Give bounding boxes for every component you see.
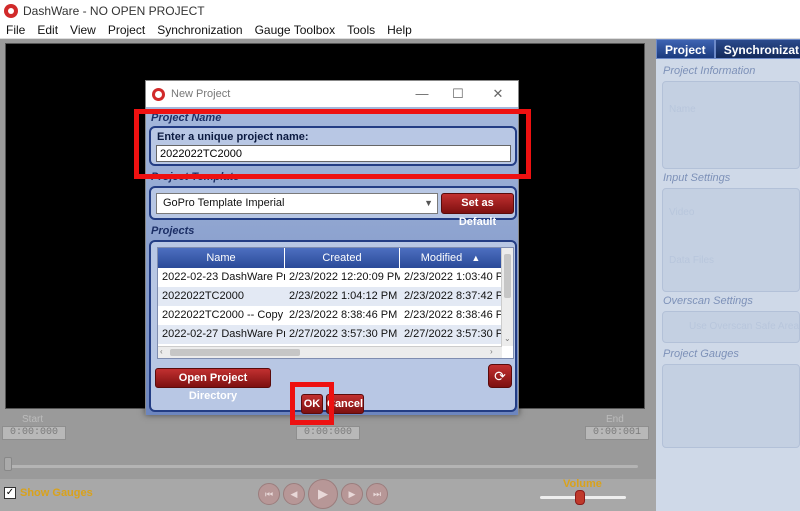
projects-section-title: Projects xyxy=(151,225,195,237)
cell-name: 2022022TC2000 -- Copy xyxy=(162,309,284,321)
column-header-modified-label: Modified xyxy=(420,252,463,264)
volume-slider-thumb[interactable] xyxy=(575,490,585,505)
cell-name: 2022022TC2000 xyxy=(162,290,244,302)
volume-label: Volume xyxy=(563,478,602,490)
right-panel-body: Project Information Name Input Settings … xyxy=(656,59,800,511)
menu-view[interactable]: View xyxy=(64,21,102,39)
dashware-logo-icon xyxy=(152,87,165,101)
skip-forward-icon[interactable]: ⏭ xyxy=(366,483,388,505)
sort-ascending-icon: ▲ xyxy=(471,253,481,263)
column-header-name[interactable]: Name xyxy=(158,248,285,268)
open-project-directory-button[interactable]: Open Project Directory xyxy=(155,368,271,402)
menu-synchronization[interactable]: Synchronization xyxy=(151,21,248,39)
play-icon[interactable]: ▶ xyxy=(308,479,338,509)
vertical-scroll-thumb[interactable] xyxy=(504,254,511,298)
table-row[interactable]: 2022022TC2000 2/23/2022 1:04:12 PM 2/23/… xyxy=(158,287,502,306)
cell-modified: 2/23/2022 1:03:40 PM xyxy=(404,271,502,283)
right-panel: Project Synchronizat Project Information… xyxy=(656,39,800,511)
end-time-field[interactable]: 0:00:001 xyxy=(585,426,649,440)
close-icon[interactable]: ✕ xyxy=(488,85,508,103)
scroll-down-icon[interactable]: ⌄ xyxy=(504,334,511,343)
timeline-scrubber[interactable] xyxy=(4,457,12,471)
project-template-select[interactable]: GoPro Template Imperial ▼ xyxy=(156,193,438,214)
annotation-highlight-project-name xyxy=(134,109,531,179)
refresh-icon[interactable]: ⟳ xyxy=(488,364,512,388)
window-titlebar: DashWare - NO OPEN PROJECT xyxy=(0,0,800,21)
show-gauges-label: Show Gauges xyxy=(20,487,93,499)
scroll-left-icon[interactable]: ‹ xyxy=(160,347,163,356)
menu-gauge-toolbox[interactable]: Gauge Toolbox xyxy=(249,21,342,39)
dashware-logo-icon xyxy=(4,3,18,18)
cell-created: 2/27/2022 3:57:30 PM xyxy=(289,328,398,340)
annotation-highlight-ok-button xyxy=(290,382,334,425)
menu-project[interactable]: Project xyxy=(102,21,151,39)
overscan-settings-title: Overscan Settings xyxy=(663,295,753,307)
projects-table: Name Created Modified ▲ 2022-02-23 DashW… xyxy=(157,247,514,359)
input-settings-box: Video Data Files xyxy=(662,188,800,292)
current-time-field[interactable]: 0:00:000 xyxy=(296,426,360,440)
step-back-icon[interactable]: ◀ xyxy=(283,483,305,505)
tab-project[interactable]: Project xyxy=(656,39,715,59)
scroll-right-icon[interactable]: › xyxy=(490,347,493,356)
menu-help[interactable]: Help xyxy=(381,21,418,39)
dialog-title: New Project xyxy=(171,88,231,100)
timeline-end-label: End xyxy=(606,414,624,425)
overscan-checkbox-label[interactable]: Use Overscan Safe Area xyxy=(689,321,799,332)
show-gauges-toggle[interactable]: ✓ Show Gauges xyxy=(4,487,93,499)
cell-modified: 2/23/2022 8:37:42 PM xyxy=(404,290,502,302)
menu-bar: File Edit View Project Synchronization G… xyxy=(0,21,800,39)
video-label: Video xyxy=(669,207,695,218)
chevron-down-icon: ▼ xyxy=(424,198,433,208)
timeline-start-label: Start xyxy=(22,414,44,425)
step-forward-icon[interactable]: ▶ xyxy=(341,483,363,505)
timeline-track[interactable] xyxy=(8,465,638,468)
minimize-icon[interactable]: — xyxy=(412,85,432,103)
menu-tools[interactable]: Tools xyxy=(341,21,381,39)
cell-modified: 2/27/2022 3:57:30 PM xyxy=(404,328,502,340)
column-header-modified[interactable]: Modified ▲ xyxy=(400,248,502,268)
cell-created: 2/23/2022 8:38:46 PM xyxy=(289,309,398,321)
set-as-default-button[interactable]: Set as Default xyxy=(441,193,514,228)
start-time-field[interactable]: 0:00:000 xyxy=(2,426,66,440)
cell-name: 2022-02-23 DashWare Pro xyxy=(162,271,285,283)
horizontal-scroll-thumb[interactable] xyxy=(170,349,300,356)
right-panel-tabs: Project Synchronizat xyxy=(656,39,800,59)
project-template-value: GoPro Template Imperial xyxy=(163,197,285,209)
project-gauges-box xyxy=(662,364,800,448)
maximize-icon[interactable]: ☐ xyxy=(448,85,468,103)
menu-file[interactable]: File xyxy=(0,21,31,39)
table-horizontal-scrollbar[interactable]: ‹ › xyxy=(158,346,502,358)
projects-table-body: 2022-02-23 DashWare Pro 2/23/2022 12:20:… xyxy=(158,268,502,344)
cell-name: 2022-02-27 DashWare Pro xyxy=(162,328,285,340)
overscan-settings-box: Use Overscan Safe Area xyxy=(662,311,800,343)
input-settings-title: Input Settings xyxy=(663,172,731,184)
window-title: DashWare - NO OPEN PROJECT xyxy=(23,3,205,18)
project-information-title: Project Information xyxy=(663,65,756,77)
cell-created: 2/23/2022 1:04:12 PM xyxy=(289,290,398,302)
skip-back-icon[interactable]: ⏮ xyxy=(258,483,280,505)
table-vertical-scrollbar[interactable]: ⌄ xyxy=(501,248,513,346)
dialog-titlebar: New Project — ☐ ✕ xyxy=(146,81,518,107)
menu-edit[interactable]: Edit xyxy=(31,21,64,39)
cell-modified: 2/23/2022 8:38:46 PM xyxy=(404,309,502,321)
column-header-created[interactable]: Created xyxy=(285,248,400,268)
project-gauges-title: Project Gauges xyxy=(663,348,739,360)
table-row[interactable]: 2022-02-23 DashWare Pro 2/23/2022 12:20:… xyxy=(158,268,502,287)
table-row[interactable]: 2022-02-27 DashWare Pro 2/27/2022 3:57:3… xyxy=(158,325,502,344)
transport-controls: ⏮ ◀ ▶ ▶ ⏭ xyxy=(258,479,388,509)
project-name-label: Name xyxy=(669,104,696,115)
show-gauges-checkbox[interactable]: ✓ xyxy=(4,487,16,499)
project-information-box: Name xyxy=(662,81,800,169)
data-files-label: Data Files xyxy=(669,255,715,266)
tab-synchronization[interactable]: Synchronizat xyxy=(714,39,800,59)
projects-table-header: Name Created Modified ▲ xyxy=(158,248,502,268)
project-template-group: GoPro Template Imperial ▼ Set as Default xyxy=(149,186,517,228)
cell-created: 2/23/2022 12:20:09 PM xyxy=(289,271,400,283)
table-row[interactable]: 2022022TC2000 -- Copy 2/23/2022 8:38:46 … xyxy=(158,306,502,325)
